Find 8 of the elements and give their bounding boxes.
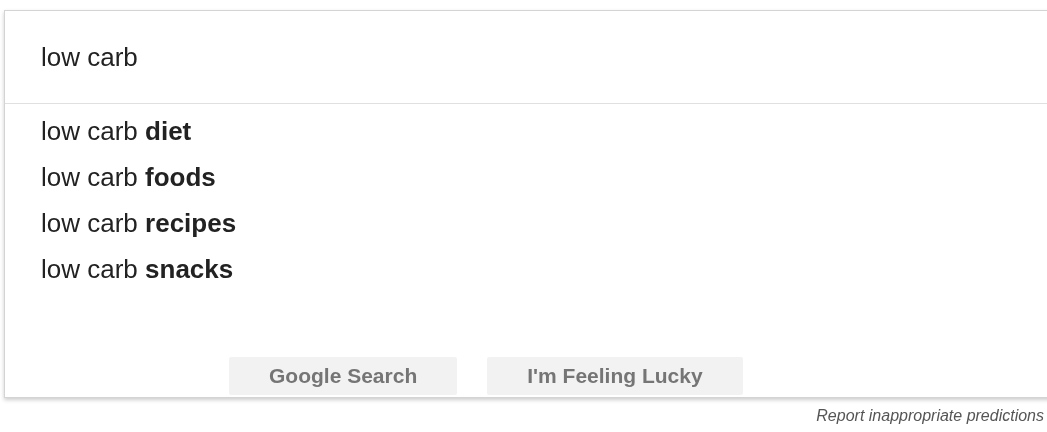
search-button[interactable]: I'm Feeling Lucky — [487, 357, 743, 395]
suggestion-item[interactable]: low carb snacks — [41, 246, 234, 292]
suggestion-item[interactable]: low carb diet — [41, 108, 192, 154]
suggestion-item[interactable]: low carb recipes — [41, 200, 237, 246]
report-link[interactable]: Report inappropriate predictions — [816, 404, 1044, 428]
suggestion-item[interactable]: low carb foods — [41, 154, 216, 200]
search-button[interactable]: Google Search — [229, 357, 458, 395]
search-field[interactable]: low carb — [41, 37, 941, 77]
